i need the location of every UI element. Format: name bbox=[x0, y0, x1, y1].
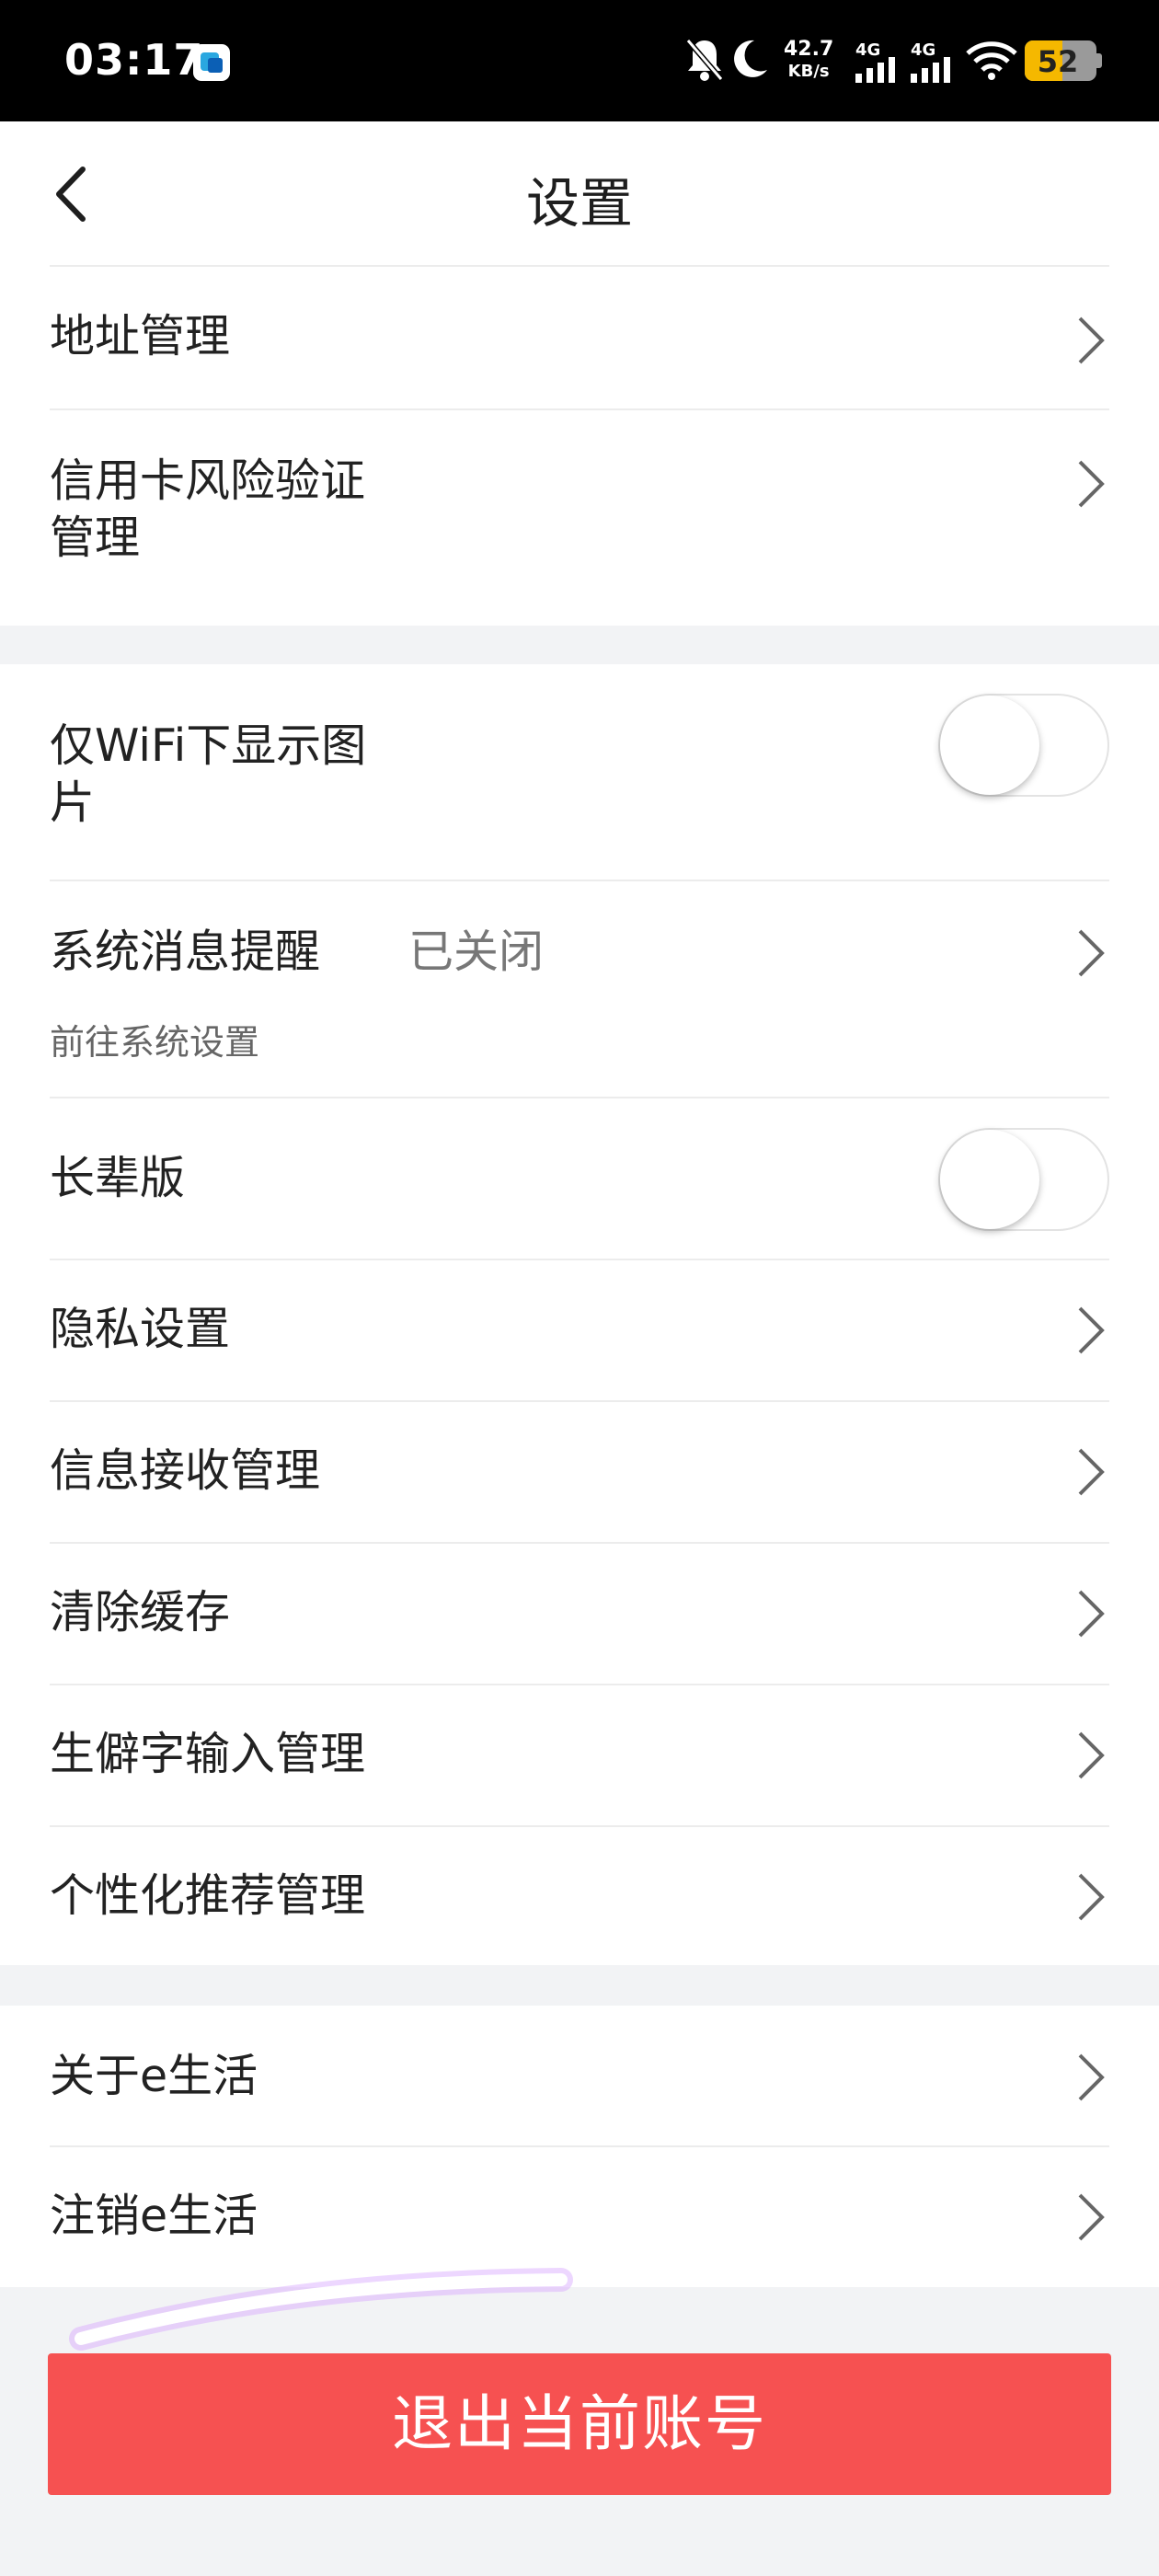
section-account: 地址管理 信用卡风险验证 管理 bbox=[0, 267, 1159, 626]
credit-card-label-line2: 管理 bbox=[50, 512, 141, 564]
battery-level: 52 bbox=[1037, 44, 1079, 79]
page-title: 设置 bbox=[525, 172, 633, 235]
chevron-right-icon bbox=[1078, 460, 1105, 508]
rare-chars-label: 生僻字输入管理 bbox=[50, 1728, 366, 1780]
status-bar: 03:17 42.7 KB/s 4G 4G 52 bbox=[0, 0, 1159, 121]
system-notice-label: 系统消息提醒 bbox=[50, 926, 321, 978]
list-item-wifi-images: 仅WiFi下显示图 片 bbox=[50, 664, 1109, 881]
list-item-privacy[interactable]: 隐私设置 bbox=[50, 1260, 1109, 1402]
list-item-personalized[interactable]: 个性化推荐管理 bbox=[50, 1827, 1109, 1965]
signal-icon bbox=[911, 57, 950, 83]
list-item-rare-chars[interactable]: 生僻字输入管理 bbox=[50, 1685, 1109, 1827]
message-receive-label: 信息接收管理 bbox=[50, 1444, 321, 1497]
battery-tip bbox=[1096, 53, 1102, 68]
address-label: 地址管理 bbox=[50, 310, 231, 362]
chevron-right-icon bbox=[1078, 1731, 1105, 1779]
status-time: 03:17 bbox=[64, 35, 204, 85]
system-notice-sublabel: 前往系统设置 bbox=[50, 1022, 260, 1063]
section-preferences: 仅WiFi下显示图 片 系统消息提醒 已关闭 前往系统设置 长辈版 隐私设置 信… bbox=[0, 664, 1159, 1965]
list-item-system-notice[interactable]: 系统消息提醒 已关闭 前往系统设置 bbox=[50, 881, 1109, 1098]
list-item-message-receive[interactable]: 信息接收管理 bbox=[50, 1402, 1109, 1544]
chevron-right-icon bbox=[1078, 2053, 1105, 2101]
elder-mode-toggle[interactable] bbox=[938, 1128, 1109, 1231]
chevron-right-icon bbox=[1078, 1448, 1105, 1496]
chevron-right-icon bbox=[1078, 1306, 1105, 1354]
chevron-right-icon bbox=[1078, 929, 1105, 977]
system-notice-status: 已关闭 bbox=[408, 926, 545, 978]
signal-icon bbox=[855, 57, 895, 83]
wifi-images-label-line1: 仅WiFi下显示图 bbox=[50, 719, 367, 772]
wifi-images-toggle[interactable] bbox=[938, 694, 1109, 797]
network-speed-value: 42.7 bbox=[784, 38, 834, 61]
credit-card-label-line1: 信用卡风险验证 bbox=[50, 454, 366, 507]
battery-icon: 52 bbox=[1025, 40, 1096, 81]
wifi-images-label: 仅WiFi下显示图 片 bbox=[50, 718, 366, 832]
toggle-knob bbox=[940, 696, 1039, 795]
wifi-images-label-line2: 片 bbox=[50, 776, 96, 829]
wifi-icon bbox=[966, 41, 1017, 80]
list-item-address[interactable]: 地址管理 bbox=[50, 267, 1109, 410]
chevron-right-icon bbox=[1078, 1873, 1105, 1921]
toggle-knob bbox=[940, 1130, 1039, 1229]
personalized-label: 个性化推荐管理 bbox=[50, 1869, 366, 1922]
logout-button[interactable]: 退出当前账号 bbox=[48, 2353, 1111, 2495]
list-item-credit-card[interactable]: 信用卡风险验证 管理 bbox=[50, 410, 1109, 626]
privacy-label: 隐私设置 bbox=[50, 1303, 231, 1355]
highlight-stroke bbox=[69, 2268, 573, 2351]
app-notification-icon bbox=[193, 44, 230, 81]
list-item-about[interactable]: 关于e生活 bbox=[50, 2006, 1109, 2147]
elder-mode-label: 长辈版 bbox=[50, 1152, 186, 1204]
nav-header: 设置 bbox=[0, 121, 1159, 267]
cancel-account-label: 注销e生活 bbox=[50, 2190, 258, 2242]
about-label: 关于e生活 bbox=[50, 2050, 258, 2102]
moon-icon bbox=[734, 40, 767, 77]
list-item-elder-mode: 长辈版 bbox=[50, 1098, 1109, 1260]
chevron-right-icon bbox=[1078, 1590, 1105, 1638]
section-about: 关于e生活 注销e生活 bbox=[0, 2006, 1159, 2287]
clear-cache-label: 清除缓存 bbox=[50, 1586, 231, 1639]
bell-muted-icon bbox=[685, 39, 724, 81]
network-speed: 42.7 KB/s bbox=[784, 39, 833, 83]
network-speed-unit: KB/s bbox=[787, 62, 830, 81]
chevron-right-icon bbox=[1078, 316, 1105, 364]
list-item-clear-cache[interactable]: 清除缓存 bbox=[50, 1544, 1109, 1685]
chevron-right-icon bbox=[1078, 2193, 1105, 2241]
credit-card-label: 信用卡风险验证 管理 bbox=[50, 453, 365, 567]
